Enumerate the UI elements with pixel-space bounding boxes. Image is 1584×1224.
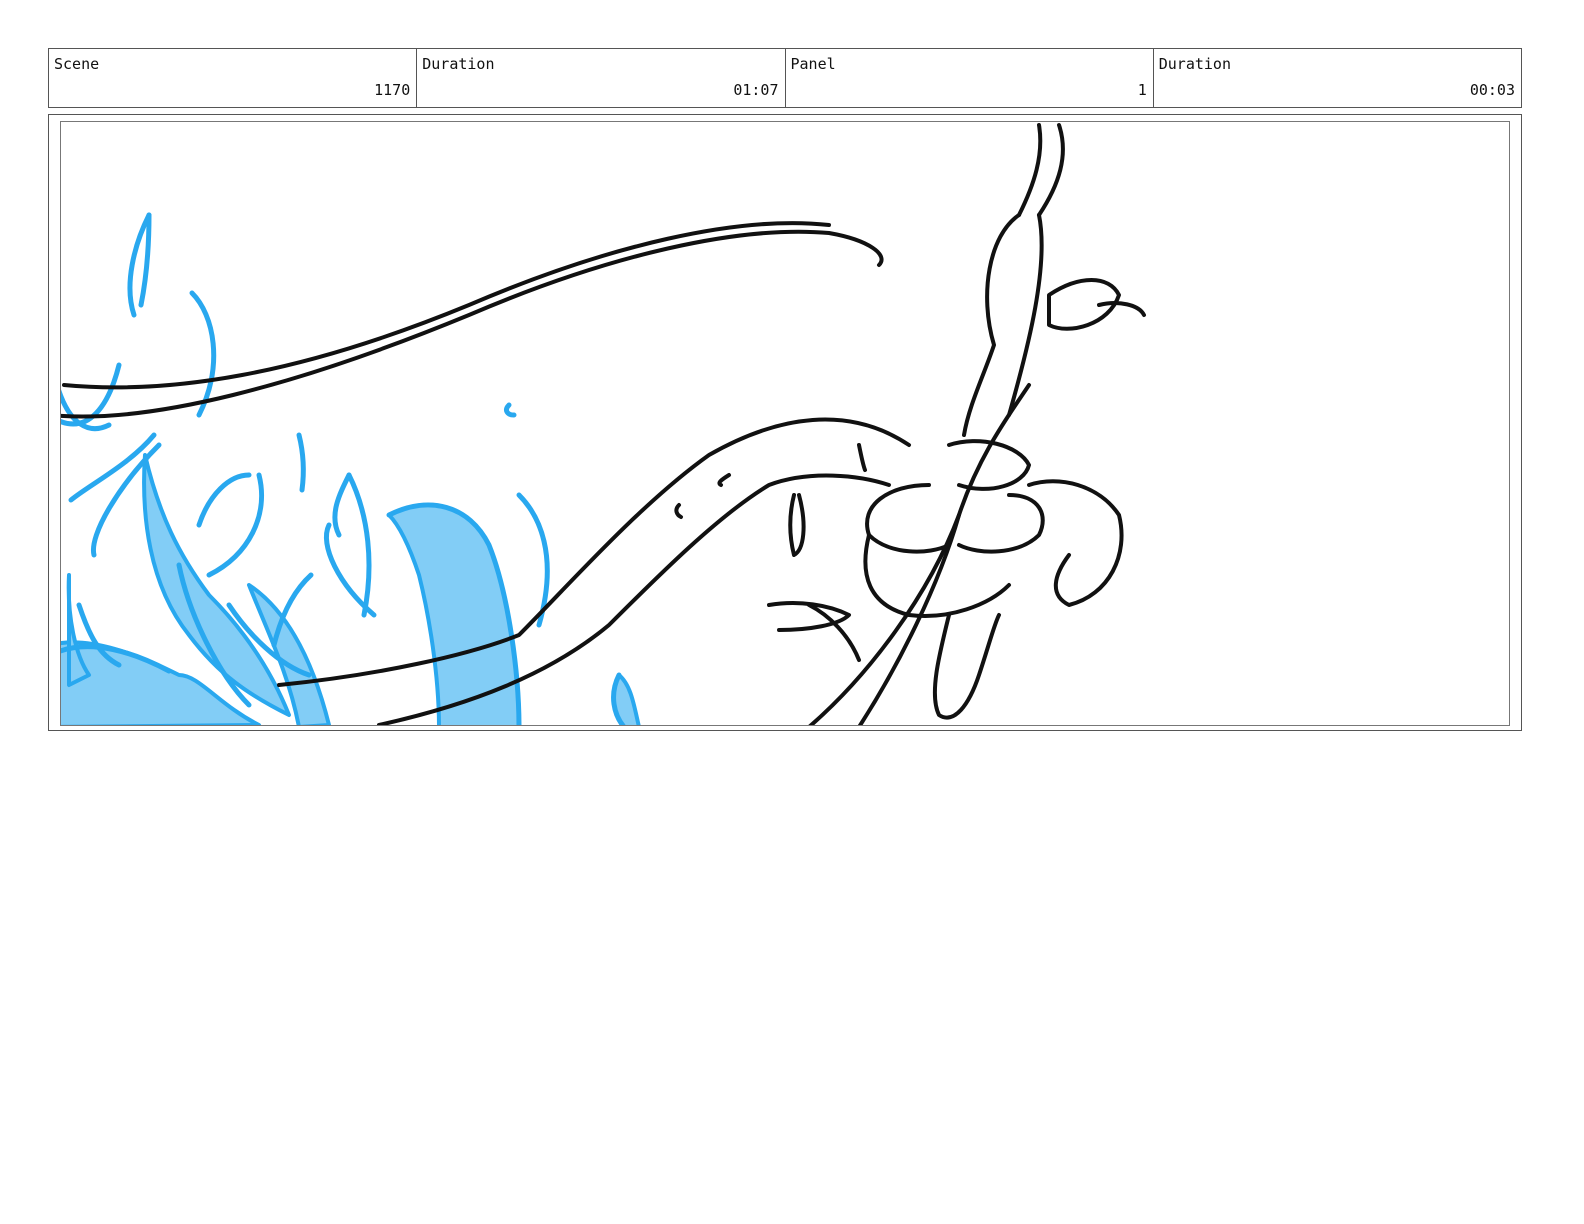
- scene-value: 1170: [374, 81, 411, 99]
- scene-cell: Scene 1170: [49, 49, 418, 107]
- scene-duration-label: Duration: [422, 55, 495, 73]
- scene-label: Scene: [54, 55, 100, 73]
- scene-duration-value: 01:07: [733, 81, 779, 99]
- panel-cell: Panel 1: [786, 49, 1154, 107]
- panel-label: Panel: [790, 55, 836, 73]
- storyboard-panel-frame: [48, 114, 1522, 731]
- panel-value: 1: [1137, 81, 1147, 99]
- scene-duration-cell: Duration 01:07: [417, 49, 786, 107]
- storyboard-panel: [60, 121, 1510, 726]
- panel-duration-value: 00:03: [1469, 81, 1515, 99]
- scene-info-table: Scene 1170 Duration 01:07 Panel 1 Durati…: [48, 48, 1522, 108]
- storyboard-sketch: [61, 123, 1146, 725]
- panel-duration-label: Duration: [1158, 55, 1231, 73]
- panel-duration-cell: Duration 00:03: [1154, 49, 1521, 107]
